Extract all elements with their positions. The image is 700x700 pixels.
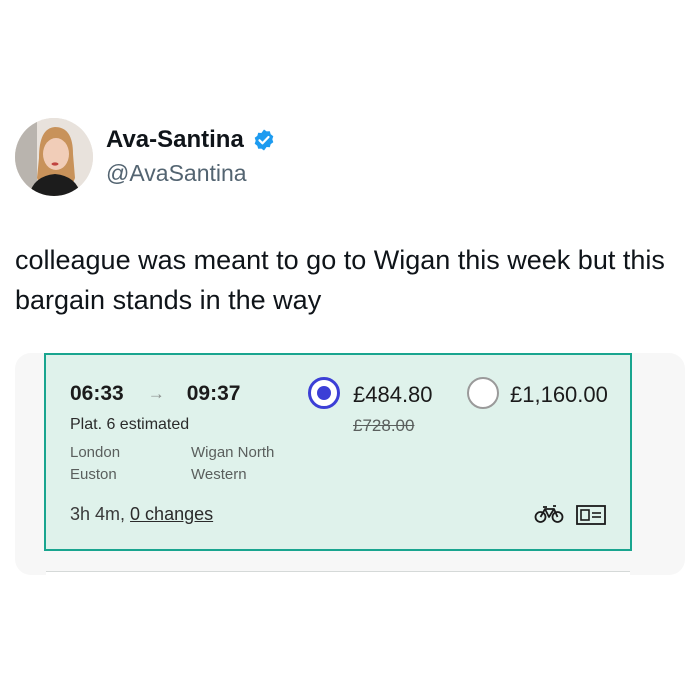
display-name[interactable]: Ava-Santina [106, 126, 276, 154]
origin-station: London Euston [70, 442, 120, 486]
journey-card[interactable]: 06:33 → 09:37 Plat. 6 estimated London E… [44, 353, 632, 551]
arrow-right-icon: → [147, 384, 165, 403]
bike-icon [534, 505, 564, 523]
attached-screenshot[interactable]: 06:33 → 09:37 Plat. 6 estimated London E… [15, 353, 685, 575]
fare-1-price[interactable]: £484.80 [353, 382, 433, 408]
origin-line-2: Euston [70, 466, 117, 483]
verified-badge-icon [254, 129, 274, 151]
fare-2-price[interactable]: £1,160.00 [510, 382, 608, 408]
journey-duration: 3h 4m, 0 changes [70, 504, 213, 525]
destination-station: Wigan North Western [191, 442, 274, 486]
avatar-image [15, 118, 93, 196]
arrival-time: 09:37 [186, 382, 241, 405]
display-name-text: Ava-Santina [106, 126, 244, 153]
destination-line-2: Western [191, 466, 247, 483]
ticket-icon [576, 505, 606, 525]
user-handle[interactable]: @AvaSantina [106, 160, 247, 187]
destination-line-1: Wigan North [191, 444, 275, 461]
tweet-text: colleague was meant to go to Wigan this … [15, 245, 665, 315]
fare-1-radio[interactable] [308, 377, 340, 409]
origin-line-1: London [70, 444, 121, 461]
journey-times: 06:33 → 09:37 [70, 382, 240, 406]
departure-time: 06:33 [70, 382, 124, 405]
fare-1-original-price: £728.00 [353, 416, 415, 435]
duration-text: 3h 4m, [70, 504, 126, 524]
platform-info: Plat. 6 estimated [70, 416, 190, 433]
next-card-edge [46, 571, 630, 575]
fare-2-radio[interactable] [467, 377, 499, 409]
changes-link[interactable]: 0 changes [130, 504, 213, 524]
avatar[interactable] [15, 118, 93, 196]
